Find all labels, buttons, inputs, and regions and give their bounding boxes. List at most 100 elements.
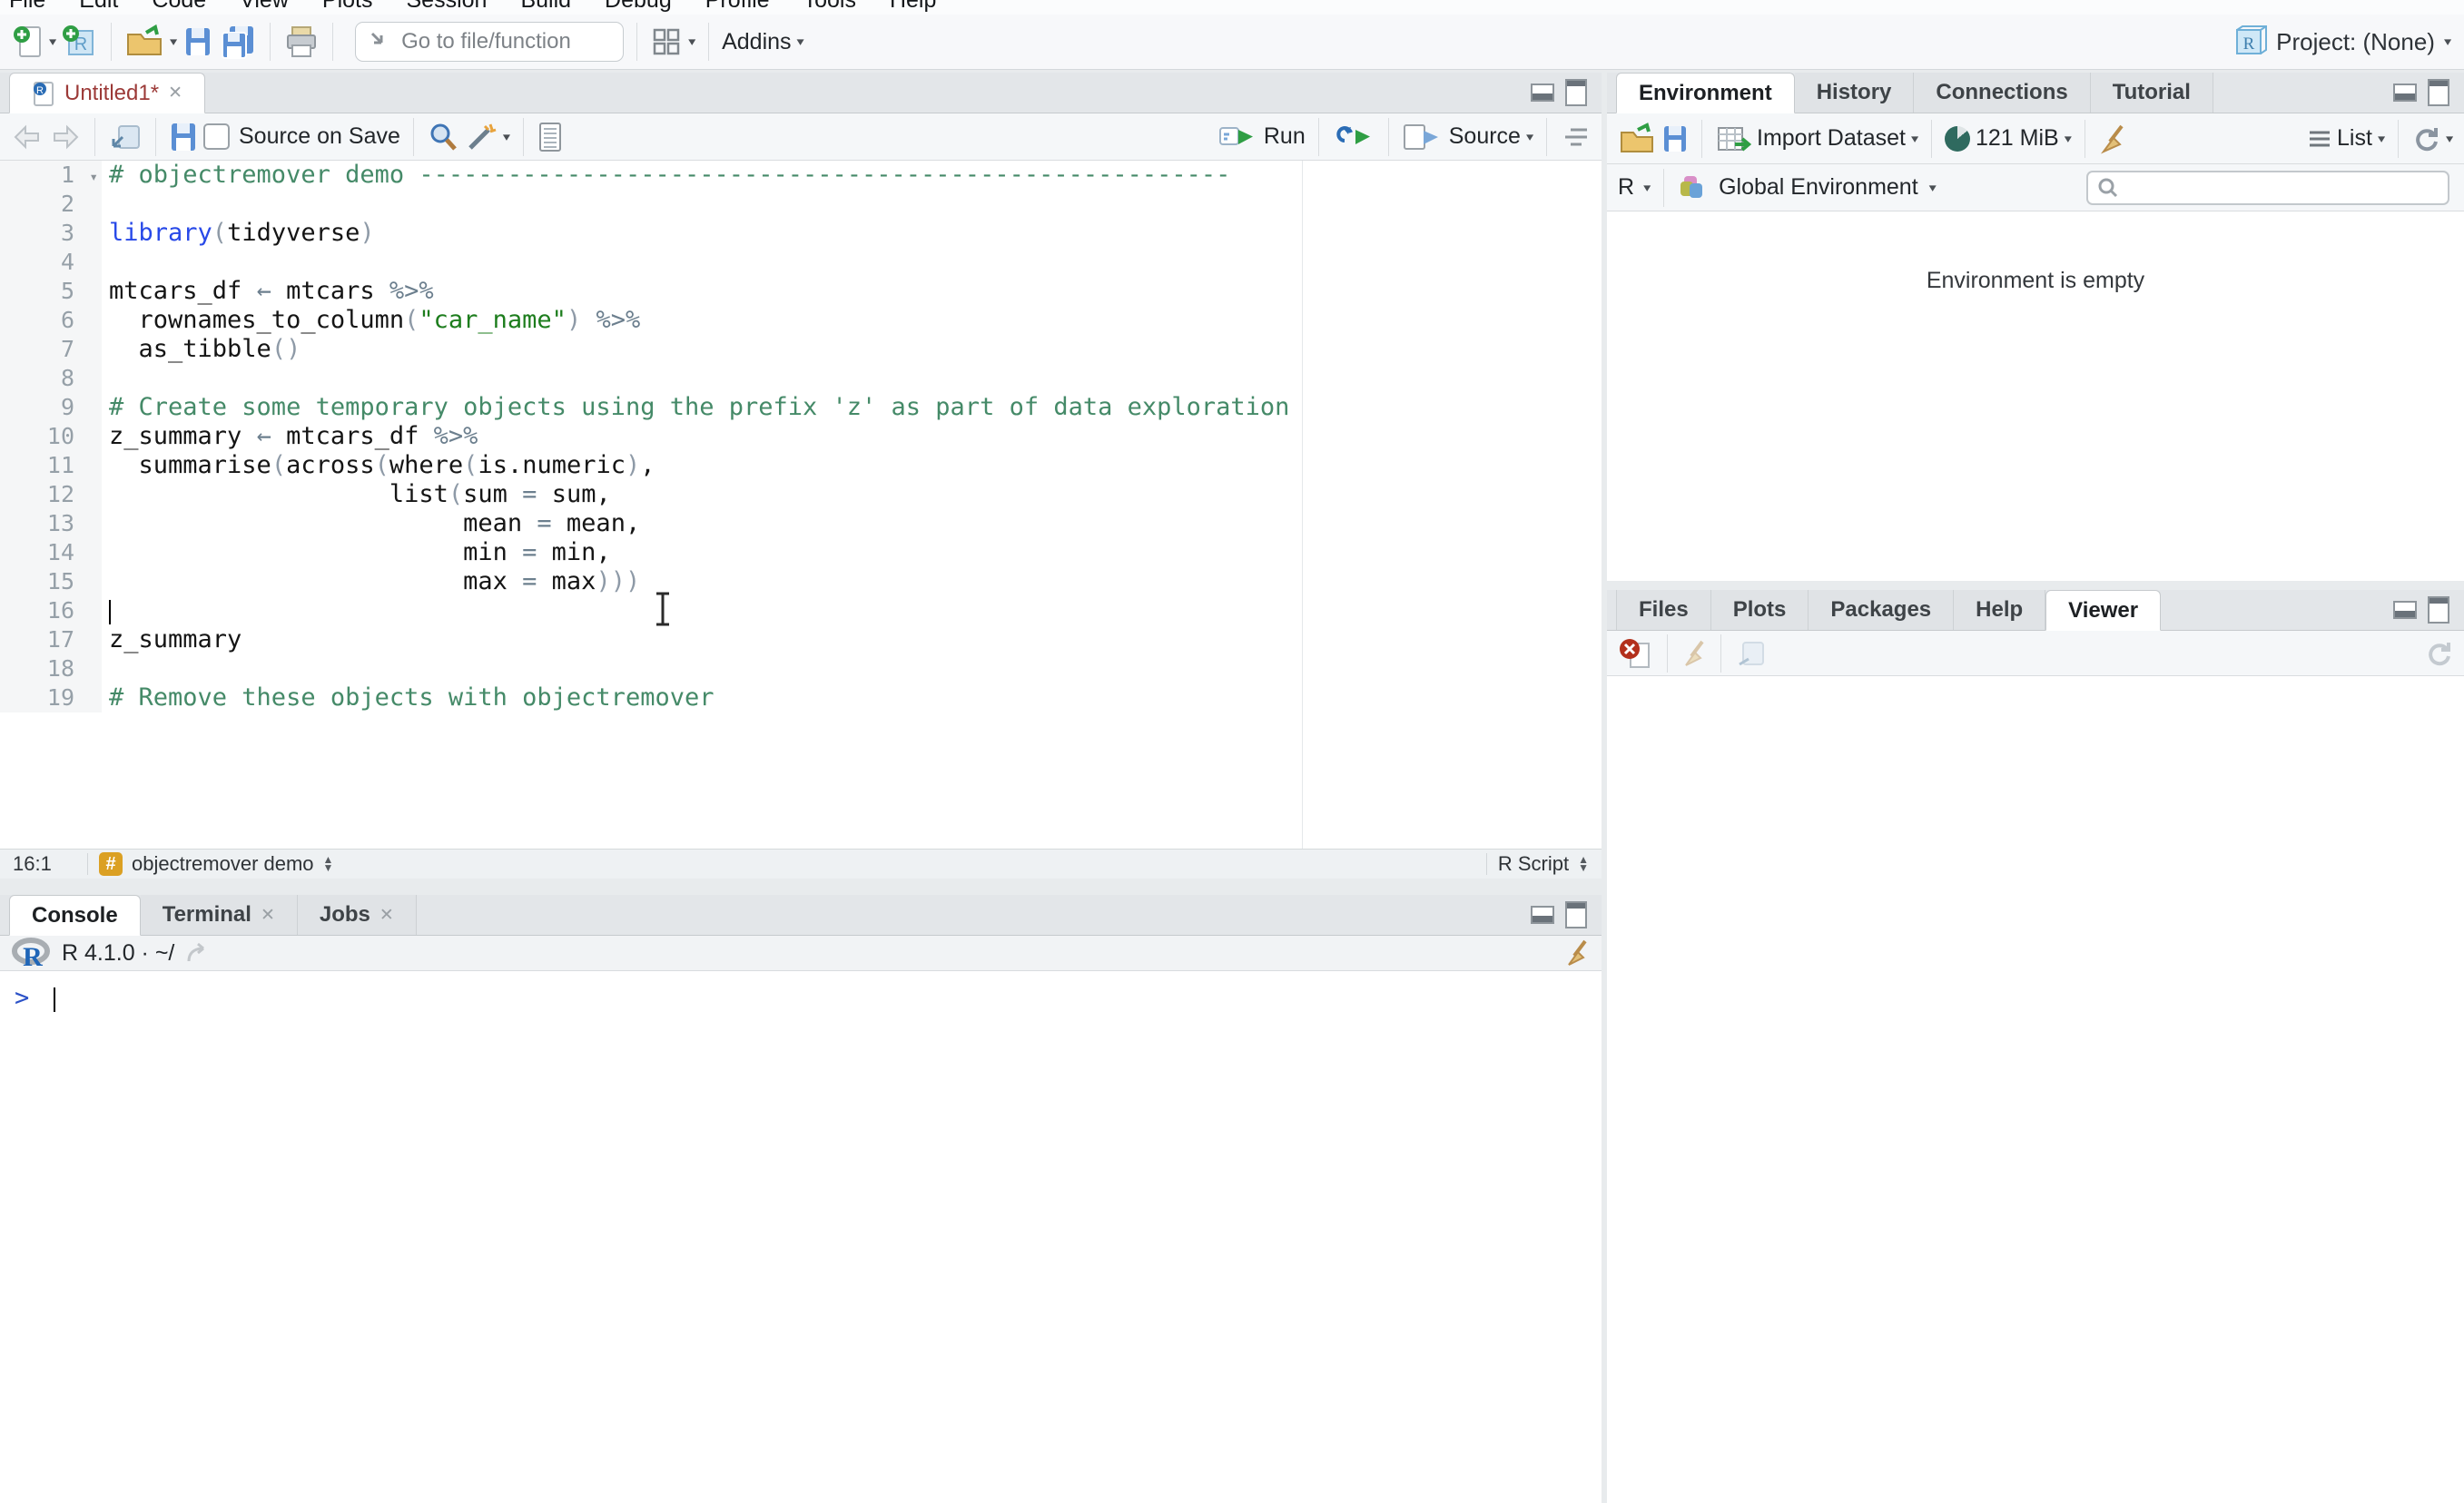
fold-marker-icon[interactable]: ▾ bbox=[89, 162, 98, 192]
menu-tools[interactable]: Tools bbox=[803, 0, 856, 14]
clear-viewer-icon[interactable] bbox=[1680, 638, 1708, 669]
code-line[interactable]: 16 bbox=[0, 596, 1602, 625]
code-line[interactable]: 2 bbox=[0, 190, 1602, 219]
code-line[interactable]: 7 as_tibble() bbox=[0, 335, 1602, 364]
rerun-icon[interactable] bbox=[1332, 123, 1375, 152]
menu-debug[interactable]: Debug bbox=[605, 0, 672, 14]
tab-connections[interactable]: Connections bbox=[1914, 73, 2091, 113]
environment-search-input[interactable] bbox=[2126, 174, 2439, 201]
list-view-button[interactable]: List ▾ bbox=[2308, 125, 2385, 152]
menu-edit[interactable]: Edit bbox=[79, 0, 118, 14]
menu-session[interactable]: Session bbox=[407, 0, 488, 14]
tab-environment[interactable]: Environment bbox=[1616, 73, 1795, 113]
code-line[interactable]: 3 library(tidyverse) bbox=[0, 219, 1602, 248]
maximize-icon[interactable] bbox=[1565, 901, 1587, 928]
print-button[interactable] bbox=[283, 24, 320, 60]
code-line[interactable]: 18 bbox=[0, 654, 1602, 683]
close-icon[interactable]: ✕ bbox=[168, 83, 182, 103]
code-line[interactable]: 19 # Remove these objects with objectremo… bbox=[0, 683, 1602, 712]
save-workspace-icon[interactable] bbox=[1661, 123, 1689, 154]
pane-layout-button[interactable]: ▾ bbox=[650, 25, 695, 58]
code-line[interactable]: 14 min = min, bbox=[0, 538, 1602, 567]
goto-file-input[interactable] bbox=[399, 28, 613, 55]
code-tools-button[interactable]: ▾ bbox=[465, 121, 510, 153]
tab-packages[interactable]: Packages bbox=[1809, 590, 1955, 630]
find-replace-icon[interactable] bbox=[427, 121, 459, 153]
code-line[interactable]: 4 bbox=[0, 248, 1602, 277]
maximize-icon[interactable] bbox=[2428, 79, 2449, 106]
tab-tutorial[interactable]: Tutorial bbox=[2090, 73, 2213, 113]
code-line[interactable]: 10 z_summary ← mtcars_df %>% bbox=[0, 422, 1602, 451]
refresh-environment-button[interactable]: ▾ bbox=[2411, 124, 2453, 153]
tab-jobs[interactable]: Jobs ✕ bbox=[297, 895, 417, 935]
code-line[interactable]: 6 rownames_to_column("car_name") %>% bbox=[0, 306, 1602, 335]
export-viewer-icon[interactable] bbox=[1734, 639, 1767, 668]
tab-viewer[interactable]: Viewer bbox=[2045, 590, 2162, 631]
tab-console[interactable]: Console bbox=[9, 895, 141, 936]
run-button[interactable]: Run bbox=[1218, 123, 1306, 152]
menu-code[interactable]: Code bbox=[152, 0, 206, 14]
minimize-icon[interactable] bbox=[1531, 84, 1554, 102]
console-body[interactable]: > bbox=[0, 971, 1602, 1503]
menu-view[interactable]: View bbox=[240, 0, 289, 14]
load-workspace-icon[interactable] bbox=[1618, 122, 1656, 156]
section-navigator[interactable]: # objectremover demo ▲ ▼ bbox=[99, 852, 333, 876]
new-file-button[interactable]: ▾ bbox=[13, 24, 56, 60]
menu-file[interactable]: File bbox=[9, 0, 45, 14]
open-file-button[interactable]: ▾ bbox=[124, 24, 177, 60]
back-icon[interactable] bbox=[11, 122, 44, 152]
environment-search-box[interactable] bbox=[2086, 170, 2449, 205]
code-line[interactable]: 9 # Create some temporary objects using t… bbox=[0, 393, 1602, 422]
menu-build[interactable]: Build bbox=[520, 0, 571, 14]
code-line[interactable]: 13 mean = mean, bbox=[0, 509, 1602, 538]
minimize-icon[interactable] bbox=[2393, 601, 2417, 619]
tab-history[interactable]: History bbox=[1794, 73, 1915, 113]
open-in-window-icon[interactable] bbox=[108, 122, 143, 152]
share-arrow-icon[interactable] bbox=[185, 941, 212, 965]
code-line[interactable]: 1 ▾ # objectremover demo -----------------… bbox=[0, 161, 1602, 190]
import-dataset-button[interactable]: Import Dataset ▾ bbox=[1715, 123, 1918, 155]
close-icon[interactable]: ✕ bbox=[379, 905, 394, 926]
menu-plots[interactable]: Plots bbox=[322, 0, 373, 14]
code-line[interactable]: 12 list(sum = sum, bbox=[0, 480, 1602, 509]
tab-help[interactable]: Help bbox=[1954, 590, 2046, 630]
minimize-icon[interactable] bbox=[2393, 84, 2417, 102]
stop-viewer-icon[interactable] bbox=[1618, 636, 1654, 671]
language-selector[interactable]: R ▾ bbox=[1618, 174, 1651, 201]
menu-help[interactable]: Help bbox=[890, 0, 936, 14]
code-editor[interactable]: 1 ▾ # objectremover demo -----------------… bbox=[0, 161, 1602, 849]
forward-icon[interactable] bbox=[49, 122, 82, 152]
code-line[interactable]: 11 summarise(across(where(is.numeric), bbox=[0, 451, 1602, 480]
new-project-button[interactable]: R bbox=[62, 24, 98, 60]
file-type-selector[interactable]: R Script ▲ ▼ bbox=[1498, 852, 1589, 876]
code-line[interactable]: 15 max = max))) bbox=[0, 567, 1602, 596]
compile-report-icon[interactable] bbox=[537, 121, 564, 153]
save-all-button[interactable] bbox=[219, 24, 257, 60]
maximize-icon[interactable] bbox=[1565, 79, 1587, 106]
refresh-viewer-icon[interactable] bbox=[2424, 639, 2453, 668]
clear-objects-icon[interactable] bbox=[2098, 123, 2127, 155]
code-line[interactable]: 5 mtcars_df ← mtcars %>% bbox=[0, 277, 1602, 306]
environment-scope-selector[interactable]: Global Environment ▾ bbox=[1677, 172, 1937, 203]
project-selector[interactable]: R Project: (None) ▾ bbox=[2231, 24, 2451, 60]
document-outline-icon[interactable] bbox=[1560, 123, 1591, 151]
minimize-icon[interactable] bbox=[1531, 906, 1554, 924]
source-on-save-toggle[interactable]: Source on Save bbox=[203, 123, 400, 150]
tab-files[interactable]: Files bbox=[1616, 590, 1711, 630]
menu-profile[interactable]: Profile bbox=[705, 0, 770, 14]
save-button[interactable] bbox=[182, 25, 213, 59]
addins-button[interactable]: Addins ▾ bbox=[722, 29, 803, 55]
source-on-save-checkbox[interactable] bbox=[203, 123, 230, 150]
tab-untitled1[interactable]: R Untitled1* ✕ bbox=[9, 73, 205, 113]
r-version-label[interactable]: R 4.1.0 · ~/ bbox=[62, 940, 174, 967]
tab-plots[interactable]: Plots bbox=[1710, 590, 1809, 630]
code-line[interactable]: 17 z_summary bbox=[0, 625, 1602, 654]
save-source-icon[interactable] bbox=[169, 121, 198, 153]
tab-terminal[interactable]: Terminal ✕ bbox=[140, 895, 298, 935]
code-line[interactable]: 8 bbox=[0, 364, 1602, 393]
goto-file-box[interactable] bbox=[355, 22, 625, 62]
source-button[interactable]: Source ▾ bbox=[1402, 122, 1533, 152]
close-icon[interactable]: ✕ bbox=[261, 905, 275, 926]
memory-usage-button[interactable]: 121 MiB ▾ bbox=[1944, 125, 2072, 152]
clear-console-icon[interactable] bbox=[1563, 938, 1591, 968]
